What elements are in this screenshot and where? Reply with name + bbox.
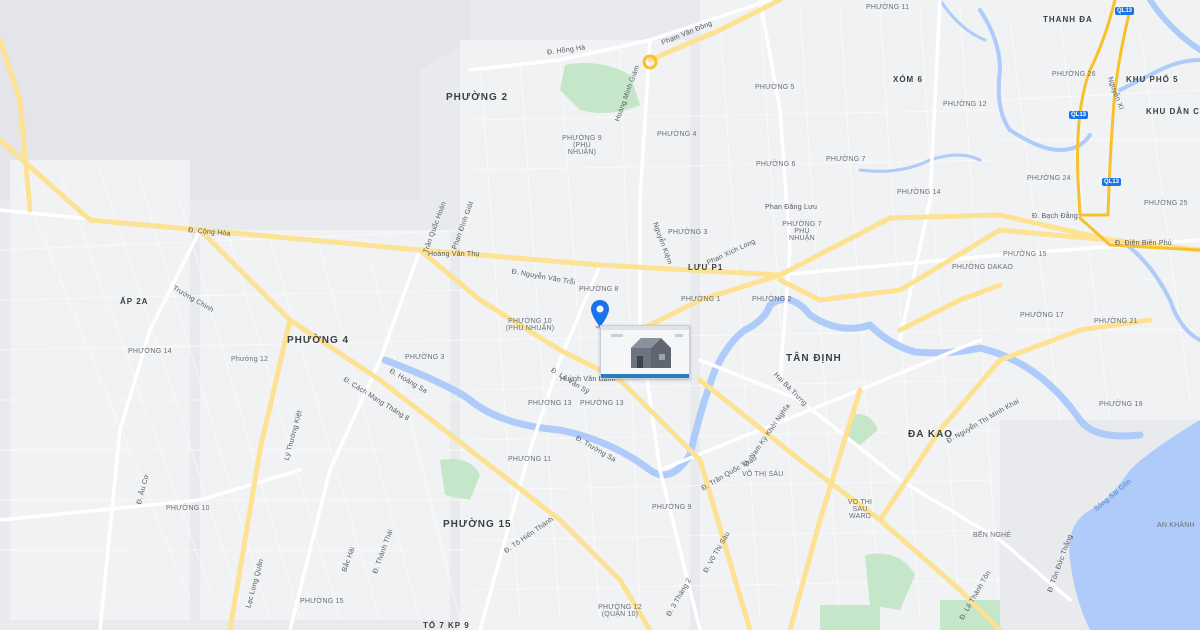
ward-label: PHƯỜNG 24 [1027, 175, 1071, 182]
ward-label: PHƯỜNG 5 [755, 84, 795, 91]
ward-label: PHƯỜNG 14 [897, 189, 941, 196]
road-label: Đ. Điện Biên Phủ [1115, 240, 1172, 247]
ward-label: PHƯỜNG 9 [652, 504, 692, 511]
highway-shield: QL13 [1069, 111, 1089, 119]
ward-label: PHƯỜNG DAKAO [952, 264, 1014, 271]
ward-label: PHƯỜNG 13 [580, 400, 624, 407]
ward-label: PHƯỜNG 19 [1099, 401, 1143, 408]
ward-label: PHƯỜNG 26 [1052, 71, 1096, 78]
ward-label: PHƯỜNG 9 (PHÚ NHUẬN) [562, 135, 602, 156]
ward-label: Phường 12 [231, 356, 269, 363]
ward-label: PHƯỜNG 17 [1020, 312, 1064, 319]
district-label: PHƯỜNG 2 [446, 92, 509, 103]
ward-label: PHƯỜNG 2 [752, 296, 792, 303]
street-thumbnail[interactable] [600, 325, 690, 379]
road-label: Hoàng Văn Thụ [428, 251, 480, 258]
street-thumbnail-icon [611, 334, 683, 368]
district-label: LƯU P1 [688, 263, 724, 272]
ward-label: AN KHÁNH [1157, 522, 1195, 529]
ward-label: VO THI SAU WARD [847, 499, 873, 520]
ward-label: PHƯỜNG 15 [1003, 251, 1047, 258]
ward-label: PHƯỜNG 13 [528, 400, 572, 407]
ward-label: PHƯỜNG 15 [300, 598, 344, 605]
district-label: PHƯỜNG 4 [287, 335, 350, 346]
ward-label: PHƯỜNG 3 [668, 229, 708, 236]
ward-label: PHƯỜNG 10 (PHÚ NHUẬN) [505, 318, 555, 332]
road-label: Phan Đăng Lưu [765, 204, 818, 211]
ward-label: PHƯỜNG 25 [1144, 200, 1188, 207]
highway-shield: QL13 [1102, 178, 1122, 186]
ward-label: PHƯỜNG 12 [943, 101, 987, 108]
district-label: ẤP 2A [120, 297, 149, 306]
ward-label: PHƯỜNG 10 [166, 505, 210, 512]
location-pin-icon[interactable] [590, 300, 610, 328]
ward-label: PHƯỜNG 6 [756, 161, 796, 168]
ward-label: PHƯỜNG 11 [508, 456, 552, 463]
road-label: Đ. Bạch Đằng [1032, 213, 1078, 220]
district-label: XÓM 6 [893, 75, 923, 84]
map-canvas[interactable]: PHƯỜNG 2 PHƯỜNG 4 PHƯỜNG 15 TÂN ĐỊNH ĐA … [0, 0, 1200, 630]
ward-label: PHƯỜNG 12 (QUẬN 10) [598, 604, 642, 618]
district-label: KHU DÂN CƯ [1146, 107, 1200, 116]
ward-label: PHƯỜNG 3 [405, 354, 445, 361]
ward-label: PHƯỜNG 21 [1094, 318, 1138, 325]
ward-label: BẾN NGHÉ [973, 532, 1012, 539]
ward-label: VÕ THỊ SÁU [742, 471, 784, 478]
ward-label: PHƯỜNG 14 [128, 348, 172, 355]
ward-label: PHƯỜNG 8 [579, 286, 619, 293]
district-label: TÂN ĐỊNH [786, 353, 842, 364]
district-label: THANH ĐA [1043, 15, 1093, 24]
district-label: TỔ 7 KP 9 [423, 621, 470, 630]
ward-label: PHƯỜNG 7 [826, 156, 866, 163]
ward-label: PHƯỜNG 7 PHÚ NHUẬN [782, 221, 822, 242]
ward-label: PHƯỜNG 1 [681, 296, 721, 303]
district-label: KHU PHỐ 5 [1126, 75, 1179, 84]
ward-label: PHƯỜNG 4 [657, 131, 697, 138]
district-label: PHƯỜNG 15 [443, 519, 512, 530]
ward-label: PHƯỜNG 11 [866, 4, 910, 11]
highway-shield: QL13 [1115, 7, 1135, 15]
